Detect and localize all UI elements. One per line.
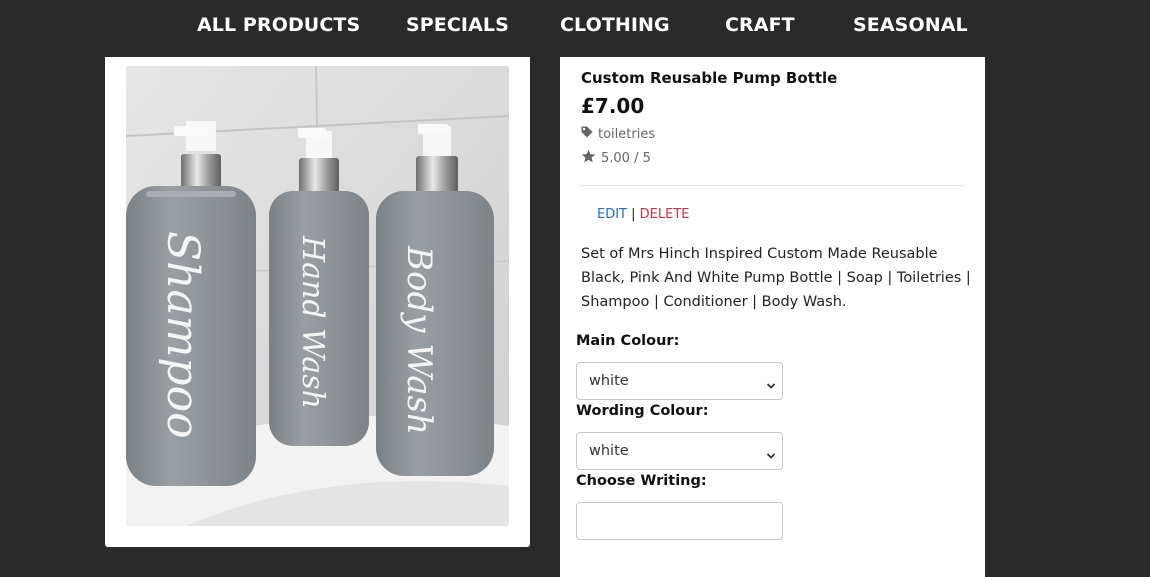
product-description: Set of Mrs Hinch Inspired Custom Made Re… bbox=[581, 246, 971, 310]
product-image-card: Shampoo Hand Wash Body Wash bbox=[105, 57, 530, 547]
action-separator: | bbox=[631, 207, 636, 222]
choose-writing-input[interactable] bbox=[576, 502, 783, 540]
main-colour-value: white bbox=[589, 373, 629, 389]
choose-writing-label: Choose Writing: bbox=[576, 473, 707, 489]
nav-specials[interactable]: SPECIALS bbox=[406, 14, 509, 36]
nav-all-products[interactable]: ALL PRODUCTS bbox=[197, 14, 360, 36]
shampoo-bottle-label: Shampoo bbox=[157, 231, 208, 439]
hand-wash-bottle-label: Hand Wash bbox=[295, 235, 330, 409]
star-icon bbox=[581, 149, 601, 167]
admin-actions: EDIT | DELETE bbox=[597, 207, 690, 222]
body-wash-bottle-label: Body Wash bbox=[399, 245, 439, 435]
main-colour-label: Main Colour: bbox=[576, 333, 680, 349]
product-info-card: Custom Reusable Pump Bottle £7.00 toilet… bbox=[560, 57, 985, 577]
rating-value: 5.00 / 5 bbox=[601, 150, 651, 166]
nav-craft[interactable]: CRAFT bbox=[725, 14, 795, 36]
main-colour-select[interactable]: white bbox=[576, 362, 783, 400]
wording-colour-select[interactable]: white bbox=[576, 432, 783, 470]
product-title: Custom Reusable Pump Bottle bbox=[581, 69, 838, 87]
product-price: £7.00 bbox=[581, 94, 645, 118]
delete-link[interactable]: DELETE bbox=[640, 207, 690, 222]
chevron-down-icon bbox=[766, 376, 776, 395]
product-photo: Shampoo Hand Wash Body Wash bbox=[126, 66, 509, 526]
divider bbox=[580, 185, 964, 186]
category-label[interactable]: toiletries bbox=[598, 127, 655, 142]
wording-colour-value: white bbox=[589, 443, 629, 459]
product-rating: 5.00 / 5 bbox=[581, 149, 651, 167]
product-category: toiletries bbox=[581, 126, 655, 142]
wording-colour-label: Wording Colour: bbox=[576, 403, 709, 419]
tag-icon bbox=[581, 126, 598, 142]
nav-seasonal[interactable]: SEASONAL bbox=[853, 14, 968, 36]
nav-clothing[interactable]: CLOTHING bbox=[560, 14, 670, 36]
edit-link[interactable]: EDIT bbox=[597, 207, 627, 222]
chevron-down-icon bbox=[766, 446, 776, 465]
top-navigation: ALL PRODUCTS SPECIALS CLOTHING CRAFT SEA… bbox=[0, 0, 1150, 56]
